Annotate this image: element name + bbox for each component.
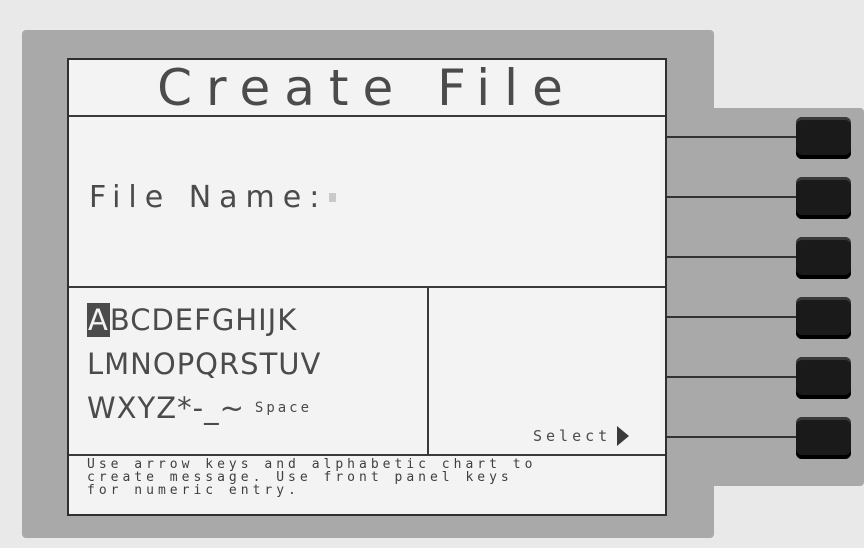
softkey-leader (667, 436, 797, 438)
text-cursor (329, 193, 337, 202)
softkey-leader (667, 136, 797, 138)
right-arrow-icon (617, 426, 630, 446)
softkey-2-button[interactable] (796, 177, 851, 219)
alphabet-row-3[interactable]: WXYZ*-_~ (87, 391, 245, 425)
divider (69, 454, 665, 456)
softkey-leader (667, 256, 797, 258)
divider (427, 288, 429, 456)
softkey-4-button[interactable] (796, 297, 851, 339)
select-label: Select (533, 427, 612, 445)
alphabet-row-1[interactable]: BCDEFGHIJK (110, 303, 297, 337)
softkey-leader (667, 376, 797, 378)
softkey-5-button[interactable] (796, 357, 851, 399)
help-line: for numeric entry. (87, 483, 300, 498)
lcd-screen: Create File File Name: ABCDEFGHIJK LMNOP… (67, 58, 667, 516)
help-text: Use arrow keys and alphabetic chart to c… (87, 458, 657, 497)
softkey-1-button[interactable] (796, 117, 851, 159)
alphabet-chart[interactable]: ABCDEFGHIJK LMNOPQRSTUV WXYZ*-_~ Space (87, 298, 321, 430)
softkey-leader (667, 316, 797, 318)
softkey-leader (667, 196, 797, 198)
divider (69, 286, 665, 288)
file-name-label: File Name: (89, 180, 328, 215)
page-title: Create File (69, 59, 665, 117)
alphabet-row: WXYZ*-_~ Space (87, 386, 321, 430)
selected-letter[interactable]: A (87, 303, 110, 337)
select-softkey-label: Select (533, 426, 630, 446)
alphabet-row: ABCDEFGHIJK (87, 298, 321, 342)
file-name-field[interactable]: File Name: (89, 180, 337, 215)
softkey-3-button[interactable] (796, 237, 851, 279)
softkey-select-button[interactable] (796, 417, 851, 459)
space-option[interactable]: Space (255, 400, 312, 416)
alphabet-row-2[interactable]: LMNOPQRSTUV (87, 342, 321, 386)
